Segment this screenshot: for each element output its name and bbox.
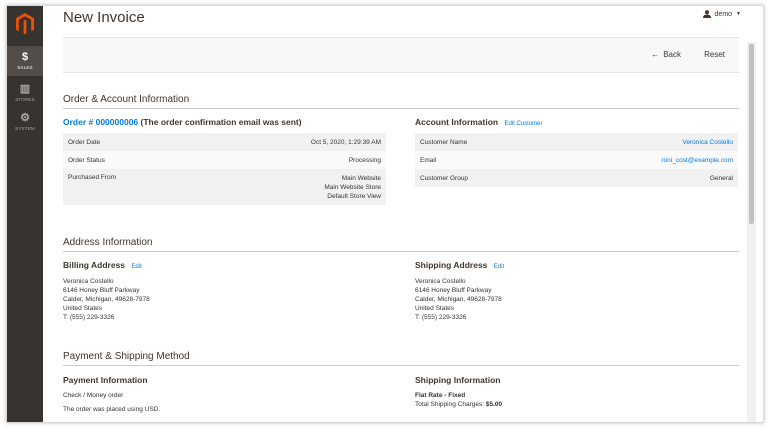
main-content: New Invoice demo ▼ ← Back Reset Order & … (43, 6, 756, 422)
email-label: Email (420, 156, 437, 164)
purchased-website: Main Website (341, 175, 381, 182)
edit-shipping-address-link[interactable]: Edit (494, 264, 504, 270)
magento-logo-icon (16, 13, 34, 35)
billing-address-heading: Billing Address Edit (63, 260, 142, 270)
table-row: Order Status Processing (63, 151, 386, 169)
user-menu[interactable]: demo ▼ (702, 10, 741, 18)
shipping-charges-label: Total Shipping Charges: (415, 401, 485, 408)
back-button[interactable]: ← Back (651, 50, 681, 59)
customer-group-value: General (709, 174, 733, 182)
shipping-method: Flat Rate - Fixed (415, 392, 466, 399)
account-info-table: Customer Name Veronica Costello Email ro… (415, 133, 738, 187)
shipping-city: Calder, Michigan, 49628-7978 (415, 296, 502, 303)
sidebar-item-label: STORES (15, 97, 35, 102)
order-status-value: Processing (348, 156, 381, 164)
sidebar-item-stores[interactable]: ▥ STORES (7, 78, 43, 108)
billing-address-title: Billing Address (63, 260, 126, 270)
customer-group-label: Customer Group (420, 174, 469, 182)
chevron-down-icon: ▼ (736, 11, 741, 17)
payment-shipping-section-title: Payment & Shipping Method (63, 351, 739, 366)
table-row: Order Date Oct 5, 2020, 1:29:39 AM (63, 133, 386, 151)
order-date-label: Order Date (68, 138, 101, 146)
billing-phone: T: (555) 229-3326 (63, 314, 115, 321)
billing-street: 6146 Honey Bluff Parkway (63, 287, 140, 294)
back-button-label: Back (663, 50, 681, 59)
shipping-street: 6146 Honey Bluff Parkway (415, 287, 492, 294)
arrow-left-icon: ← (651, 50, 660, 59)
shipping-charges: Total Shipping Charges: $5.00 (415, 401, 502, 408)
account-info-heading: Account Information Edit Customer (415, 117, 543, 127)
address-section-title: Address Information (63, 237, 739, 252)
order-status-label: Order Status (68, 156, 105, 164)
page-title: New Invoice (63, 9, 145, 26)
user-icon (702, 10, 711, 18)
shipping-phone: T: (555) 229-3326 (415, 314, 467, 321)
user-name: demo (714, 10, 733, 18)
table-row: Email roni_cost@example.com (415, 151, 738, 169)
order-info-table: Order Date Oct 5, 2020, 1:29:39 AM Order… (63, 133, 386, 205)
shipping-address-heading: Shipping Address Edit (415, 260, 504, 270)
customer-email-link[interactable]: roni_cost@example.com (661, 157, 733, 164)
billing-city: Calder, Michigan, 49628-7978 (63, 296, 150, 303)
payment-method: Check / Money order (63, 392, 124, 399)
sidebar-item-system[interactable]: ⚙ SYSTEM (7, 107, 43, 137)
billing-country: United States (63, 305, 103, 312)
shipping-info-title: Shipping Information (415, 375, 501, 385)
customer-name-link[interactable]: Veronica Costello (682, 139, 733, 146)
purchased-from-label: Purchased From (68, 174, 117, 181)
billing-name: Veronica Costello (63, 278, 114, 285)
admin-sidebar: $ SALES ▥ STORES ⚙ SYSTEM (7, 6, 43, 422)
store-icon: ▥ (19, 83, 31, 95)
order-email-note: (The order confirmation email was sent) (140, 117, 302, 127)
edit-customer-link[interactable]: Edit Customer (504, 121, 542, 127)
shipping-country: United States (415, 305, 455, 312)
gear-icon: ⚙ (20, 112, 30, 124)
order-date-value: Oct 5, 2020, 1:29:39 AM (310, 138, 381, 146)
table-row: Purchased From Main Website Main Website… (63, 169, 386, 205)
account-info-title: Account Information (415, 117, 499, 127)
magento-logo[interactable] (7, 6, 43, 42)
dollar-icon: $ (21, 51, 29, 63)
customer-name-label: Customer Name (420, 138, 468, 146)
sidebar-item-label: SALES (17, 65, 33, 70)
payment-currency-note: The order was placed using USD. (63, 406, 161, 413)
purchased-store: Main Website Store (324, 184, 381, 191)
shipping-address-title: Shipping Address (415, 260, 488, 270)
billing-address: Veronica Costello 6146 Honey Bluff Parkw… (63, 277, 150, 322)
purchased-from-value: Main Website Main Website Store Default … (324, 174, 381, 205)
order-link[interactable]: Order # 000000006 (63, 117, 138, 127)
shipping-charges-value: $5.00 (485, 401, 503, 408)
edit-billing-address-link[interactable]: Edit (131, 264, 141, 270)
app-window: $ SALES ▥ STORES ⚙ SYSTEM New Invoice de… (6, 5, 764, 423)
shipping-name: Veronica Costello (415, 278, 466, 285)
purchased-store-view: Default Store View (327, 193, 381, 200)
order-account-section-title: Order & Account Information (63, 94, 739, 109)
payment-info-title: Payment Information (63, 375, 148, 385)
page-actions-bar: ← Back Reset (63, 37, 739, 73)
sidebar-item-sales[interactable]: $ SALES (7, 46, 43, 76)
table-row: Customer Name Veronica Costello (415, 133, 738, 151)
shipping-address: Veronica Costello 6146 Honey Bluff Parkw… (415, 277, 502, 322)
order-heading: Order # 000000006 (The order confirmatio… (63, 117, 302, 127)
page-scrollbar[interactable] (747, 42, 756, 422)
scrollbar-thumb[interactable] (749, 44, 754, 224)
table-row: Customer Group General (415, 169, 738, 187)
sidebar-item-label: SYSTEM (15, 126, 35, 131)
reset-button[interactable]: Reset (704, 50, 725, 59)
